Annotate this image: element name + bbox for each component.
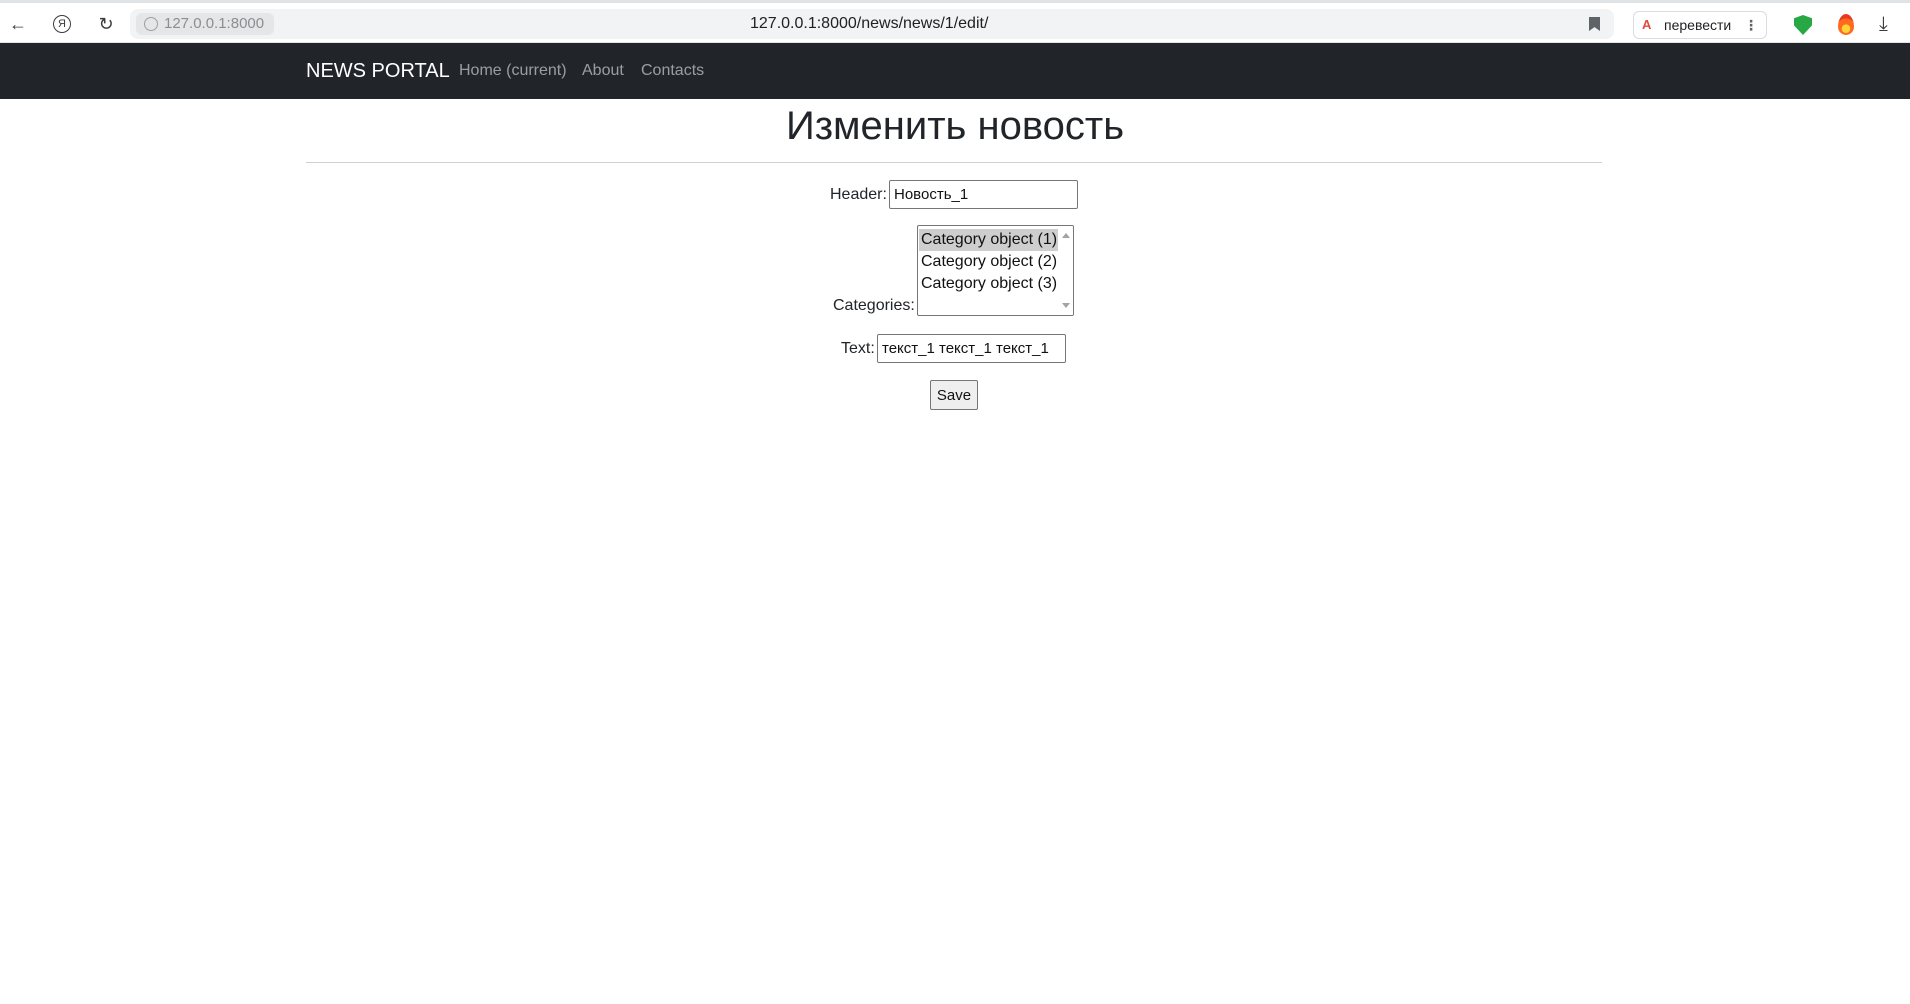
header-input[interactable] (889, 180, 1078, 209)
site-info-chip[interactable]: 127.0.0.1:8000 (136, 13, 275, 35)
bookmark-icon[interactable] (1589, 17, 1600, 31)
reload-icon[interactable]: ↻ (94, 12, 118, 36)
brand-link[interactable]: NEWS PORTAL (306, 43, 450, 99)
more-options-icon[interactable]: ⋮ (1744, 12, 1758, 38)
back-arrow-icon[interactable]: ← (6, 12, 30, 36)
header-label: Header: (830, 186, 887, 203)
title-divider (306, 162, 1602, 163)
category-option[interactable]: Category object (2) (919, 251, 1058, 273)
nav-link-home[interactable]: Home (current) (459, 43, 567, 99)
browser-toolbar: ← Я ↻ 127.0.0.1:8000 127.0.0.1:8000/news… (0, 0, 1910, 43)
scroll-up-icon[interactable] (1062, 233, 1070, 238)
protect-shield-icon[interactable] (1794, 15, 1812, 35)
categories-select[interactable]: Category object (1) Category object (2) … (917, 225, 1074, 316)
text-label: Text: (841, 340, 875, 357)
select-scrollbar[interactable] (1058, 226, 1073, 315)
site-chip-label: 127.0.0.1:8000 (164, 15, 265, 32)
download-icon[interactable]: ⤓ (1879, 13, 1888, 36)
fire-extension-icon[interactable] (1838, 14, 1854, 35)
address-bar[interactable]: 127.0.0.1:8000 127.0.0.1:8000/news/news/… (130, 9, 1614, 39)
categories-label: Categories: (833, 297, 915, 314)
site-info-icon (144, 17, 158, 31)
yandex-icon[interactable]: Я (50, 12, 74, 36)
save-button[interactable]: Save (930, 380, 978, 410)
text-input[interactable] (877, 334, 1066, 363)
nav-link-about[interactable]: About (582, 43, 624, 99)
url-text[interactable]: 127.0.0.1:8000/news/news/1/edit/ (750, 9, 988, 39)
translate-label: перевести (1664, 17, 1732, 33)
translate-icon: A (1642, 17, 1652, 32)
translate-button[interactable]: A перевести ⋮ (1633, 11, 1767, 39)
nav-link-contacts[interactable]: Contacts (641, 43, 704, 99)
site-navbar: NEWS PORTAL Home (current) About Contact… (0, 43, 1910, 99)
category-option[interactable]: Category object (3) (919, 273, 1058, 295)
yandex-glyph: Я (53, 15, 71, 33)
category-option[interactable]: Category object (1) (919, 229, 1058, 251)
scroll-down-icon[interactable] (1062, 303, 1070, 308)
page-title: Изменить новость (785, 104, 1125, 148)
